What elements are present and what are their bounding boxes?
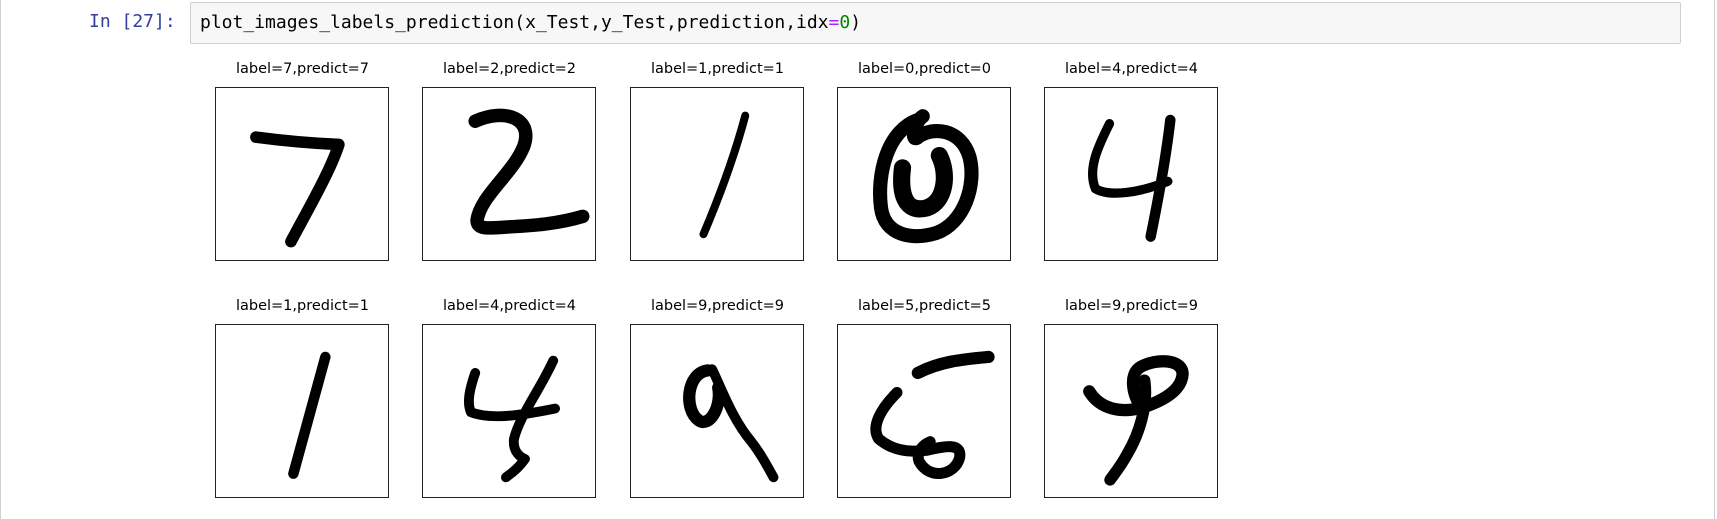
digit-2-image — [468, 108, 590, 235]
panel-title: label=5,predict=5 — [857, 298, 992, 314]
panel-title: label=9,predict=9 — [1064, 298, 1199, 314]
digit-image — [837, 324, 1011, 498]
digit-4-image — [1087, 114, 1176, 242]
code-close-paren: ) — [850, 12, 862, 33]
panel-title: label=1,predict=1 — [650, 61, 785, 77]
code-number: 0 — [839, 12, 851, 33]
panel-title: label=0,predict=0 — [857, 61, 992, 77]
digit-1-image — [288, 351, 331, 479]
digit-image — [1044, 87, 1218, 261]
digit-image — [837, 87, 1011, 261]
digit-image — [215, 87, 389, 261]
digit-image — [422, 87, 596, 261]
panel-title: label=2,predict=2 — [442, 61, 577, 77]
digit-image — [422, 324, 596, 498]
code-function-call: plot_images_labels_prediction(x_Test,y_T… — [200, 12, 829, 33]
digit-image — [215, 324, 389, 498]
digit-image — [630, 87, 804, 261]
digit-4-image — [464, 355, 560, 483]
code-cell-input[interactable]: plot_images_labels_prediction(x_Test,y_T… — [190, 2, 1681, 44]
input-prompt: In [27]: — [89, 11, 176, 32]
notebook-area: In [27]: plot_images_labels_prediction(x… — [0, 0, 1715, 519]
digit-0-image — [873, 109, 979, 244]
digit-9-image — [1083, 355, 1189, 486]
panel-title: label=4,predict=4 — [442, 298, 577, 314]
digit-9-image — [683, 364, 779, 483]
panel-title: label=7,predict=7 — [235, 61, 370, 77]
digit-7-image — [250, 131, 345, 248]
panel-title: label=9,predict=9 — [650, 298, 785, 314]
digit-image — [630, 324, 804, 498]
digit-5-image — [870, 350, 995, 479]
digit-1-image — [699, 111, 750, 239]
panel-title: label=1,predict=1 — [235, 298, 370, 314]
digit-image — [1044, 324, 1218, 498]
output-area: label=7,predict=7 label=2,predict=2 labe… — [201, 55, 1221, 515]
panel-title: label=4,predict=4 — [1064, 61, 1199, 77]
code-operator: = — [828, 12, 840, 33]
